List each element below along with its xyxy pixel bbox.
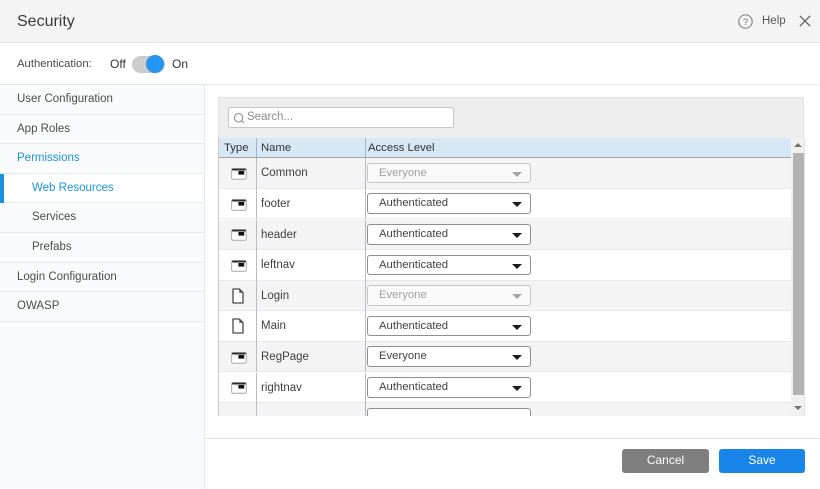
svg-text:?: ? bbox=[743, 17, 748, 28]
